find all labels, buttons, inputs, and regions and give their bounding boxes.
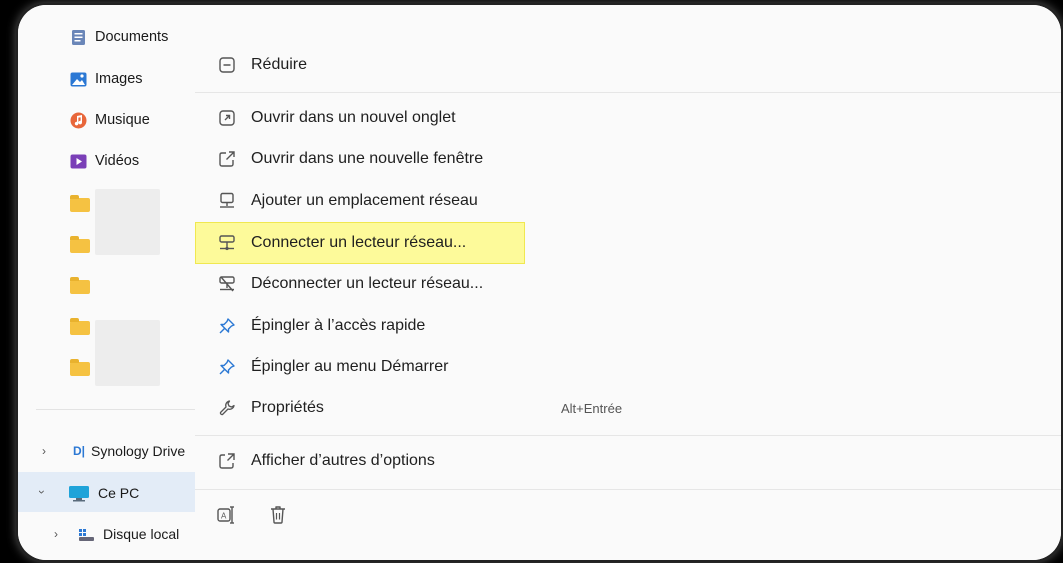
menu-item-label: Propriétés [251, 399, 324, 416]
sidebar-item-label: Disque local [103, 526, 180, 542]
delete-icon[interactable] [267, 504, 289, 526]
sidebar-item-local-disk[interactable]: Disque local [78, 518, 179, 550]
expand-chevron-icon[interactable]: › [54, 527, 58, 541]
local-disk-icon [78, 526, 95, 543]
sidebar-item-label: Ce PC [98, 485, 140, 501]
sidebar-item-label: Documents [95, 29, 169, 45]
sidebar-item-images[interactable]: Images [70, 63, 143, 95]
menu-separator [195, 489, 1061, 490]
pin-icon [217, 357, 237, 377]
disconnect-network-drive-icon [217, 274, 237, 294]
redacted-folder-names [95, 320, 160, 386]
documents-icon [70, 29, 87, 46]
menu-item-label: Réduire [251, 56, 308, 73]
more-options-icon [217, 451, 237, 471]
images-icon [70, 71, 87, 88]
new-tab-icon [217, 108, 237, 128]
new-window-icon [217, 149, 237, 169]
sidebar-item-this-pc[interactable]: Ce PC [68, 477, 139, 509]
sidebar-item-label: Synology Drive [91, 443, 186, 459]
menu-item-label: Épingler à l’accès rapide [251, 317, 426, 334]
navigation-pane: Documents Images Musique Vidéos › D| Syn… [18, 5, 310, 560]
computer-icon [68, 485, 90, 502]
folder-icon[interactable] [70, 195, 90, 212]
synology-drive-icon: D| [73, 444, 86, 458]
shortcut-text: Alt+Entrée [561, 400, 623, 416]
menu-item-label: Ajouter un emplacement réseau [251, 192, 478, 209]
collapse-icon [217, 55, 237, 75]
sidebar-item-documents[interactable]: Documents [70, 21, 168, 53]
menu-separator [195, 435, 1061, 436]
menu-item-label: Ouvrir dans un nouvel onglet [251, 109, 456, 126]
sidebar-item-videos[interactable]: Vidéos [70, 145, 139, 177]
context-menu: Réduire Ouvrir dans un nouvel onglet Ouv… [195, 5, 1061, 560]
folder-icon[interactable] [70, 318, 90, 335]
collapse-chevron-icon[interactable]: › [35, 490, 49, 494]
sidebar-item-music[interactable]: Musique [70, 104, 150, 136]
redacted-folder-names [95, 189, 160, 255]
map-network-drive-icon [217, 233, 237, 253]
folder-icon[interactable] [70, 236, 90, 253]
network-location-icon [217, 191, 237, 211]
sidebar-item-synology-drive[interactable]: D| Synology Drive [73, 435, 185, 467]
menu-separator [195, 92, 1061, 93]
rename-icon[interactable]: A [215, 504, 237, 526]
wrench-icon [217, 398, 237, 418]
menu-item-label: Épingler au menu Démarrer [251, 358, 449, 375]
svg-text:A: A [221, 512, 227, 521]
expand-chevron-icon[interactable]: › [42, 444, 46, 458]
music-icon [70, 112, 87, 129]
folder-icon[interactable] [70, 359, 90, 376]
menu-item-label: Afficher d’autres d’options [251, 452, 435, 469]
explorer-window: Documents Images Musique Vidéos › D| Syn… [18, 5, 1061, 560]
sidebar-item-label: Images [95, 71, 143, 87]
pin-icon [217, 316, 237, 336]
sidebar-item-label: Musique [95, 112, 150, 128]
menu-item-label: Ouvrir dans une nouvelle fenêtre [251, 150, 484, 167]
menu-item-label: Déconnecter un lecteur réseau... [251, 275, 484, 292]
sidebar-divider [36, 409, 196, 410]
sidebar-item-label: Vidéos [95, 153, 140, 169]
folder-icon[interactable] [70, 277, 90, 294]
menu-item-label: Connecter un lecteur réseau... [251, 234, 467, 251]
videos-icon [70, 153, 87, 170]
